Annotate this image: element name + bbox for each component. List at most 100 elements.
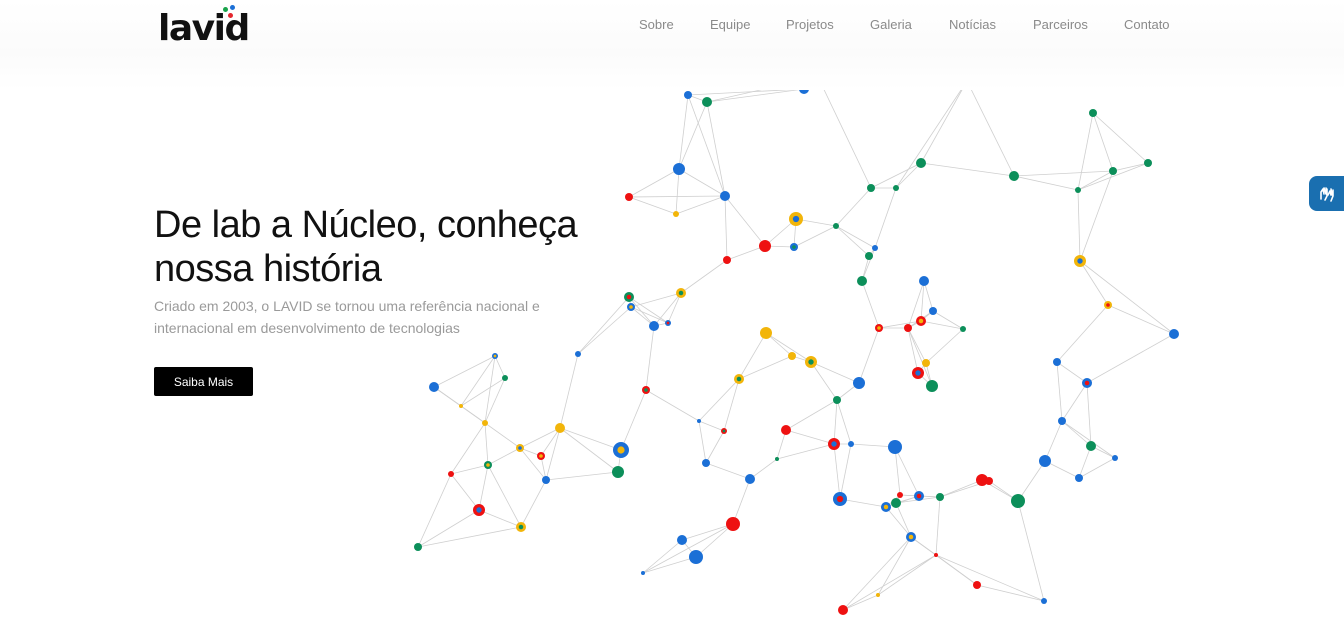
network-edge — [478, 464, 489, 511]
network-edge — [1061, 420, 1092, 447]
network-edge — [724, 195, 728, 261]
network-edge — [487, 464, 522, 528]
network-edge — [738, 332, 767, 380]
network-edge — [642, 539, 683, 574]
network-node-core — [476, 507, 482, 513]
network-node-core — [915, 370, 921, 376]
network-node — [872, 245, 878, 251]
network-edge — [540, 427, 561, 457]
network-node — [1169, 329, 1179, 339]
network-node — [960, 326, 966, 332]
network-edge — [1056, 361, 1088, 384]
nav-item-sobre[interactable]: Sobre — [639, 16, 674, 34]
network-edge — [842, 594, 879, 611]
network-node — [641, 571, 645, 575]
network-edge — [895, 502, 912, 538]
hero-title-line-2: nossa história — [154, 248, 382, 290]
network-node-core — [877, 326, 881, 330]
network-edge — [894, 446, 920, 497]
network-edge — [417, 473, 452, 548]
network-node-core — [792, 215, 800, 223]
network-node-core — [539, 454, 543, 458]
network-edge — [484, 422, 521, 449]
network-node — [867, 184, 875, 192]
network-node-core — [736, 376, 742, 382]
network-node-core — [617, 446, 625, 454]
network-edge — [1056, 361, 1063, 422]
network-edge — [785, 429, 835, 445]
hero-subtitle: Criado em 2003, o LAVID se tornou uma re… — [154, 295, 594, 339]
network-node — [973, 581, 981, 589]
network-edge — [1079, 260, 1109, 306]
network-edge — [885, 495, 920, 508]
network-edge — [1017, 500, 1045, 602]
network-node — [1011, 494, 1025, 508]
network-node — [720, 191, 730, 201]
network-edge — [907, 327, 919, 374]
network-edge — [1077, 170, 1114, 191]
network-node — [702, 97, 712, 107]
network-node — [612, 466, 624, 478]
network-edge — [628, 195, 726, 198]
nav-item-equipe[interactable]: Equipe — [710, 16, 750, 34]
network-edge — [678, 168, 726, 197]
network-edge — [1077, 189, 1081, 262]
network-node-core — [1077, 258, 1083, 264]
network-edge — [698, 420, 725, 432]
network-node-core — [486, 463, 490, 467]
network-edge — [895, 162, 922, 189]
network-edge — [705, 430, 725, 464]
network-node — [1109, 167, 1117, 175]
network-node — [502, 375, 508, 381]
network-node — [1053, 358, 1061, 366]
network-edge — [920, 162, 1015, 177]
network-node — [689, 550, 703, 564]
network-node — [781, 425, 791, 435]
network-edge — [1078, 457, 1116, 479]
network-edge — [680, 259, 728, 294]
network-edge — [817, 76, 872, 189]
network-edge — [695, 523, 734, 558]
network-node — [726, 517, 740, 531]
network-edge — [628, 168, 680, 198]
network-edge — [642, 523, 734, 574]
network-node — [448, 471, 454, 477]
sign-language-hands-icon — [1319, 186, 1334, 202]
network-node — [555, 423, 565, 433]
hero-subtitle-line-1: Criado em 2003, o LAVID se tornou uma re… — [154, 298, 540, 314]
saiba-mais-button[interactable]: Saiba Mais — [154, 367, 253, 396]
network-edge — [833, 443, 841, 500]
network-node — [542, 476, 550, 484]
network-node-core — [518, 524, 524, 530]
nav-item-galeria[interactable]: Galeria — [870, 16, 912, 34]
network-edge — [545, 471, 619, 481]
nav-item-contato[interactable]: Contato — [1124, 16, 1170, 34]
nav-item-noticias[interactable]: Notícias — [949, 16, 996, 34]
network-edge — [450, 422, 486, 475]
network-node-core — [518, 446, 522, 450]
network-node — [1041, 598, 1047, 604]
network-edge — [842, 554, 937, 611]
network-edge — [1017, 460, 1046, 502]
nav-item-projetos[interactable]: Projetos — [786, 16, 834, 34]
network-node-core — [792, 245, 796, 249]
network-node — [936, 493, 944, 501]
network-edge — [858, 327, 880, 384]
network-node-core — [918, 318, 924, 324]
network-node — [1144, 159, 1152, 167]
network-node — [723, 256, 731, 264]
network-node-core — [836, 495, 844, 503]
network-node — [759, 240, 771, 252]
network-edge — [687, 94, 726, 197]
nav-item-parceiros[interactable]: Parceiros — [1033, 16, 1088, 34]
accessibility-widget-button[interactable] — [1309, 176, 1344, 211]
network-edge — [450, 473, 480, 511]
logo-dot-blue — [230, 5, 235, 10]
network-node — [625, 193, 633, 201]
network-edge — [835, 225, 876, 249]
network-node-core — [722, 429, 726, 433]
network-node — [745, 474, 755, 484]
network-node — [929, 307, 937, 315]
network-edge — [1044, 420, 1063, 462]
network-edge — [839, 498, 887, 508]
